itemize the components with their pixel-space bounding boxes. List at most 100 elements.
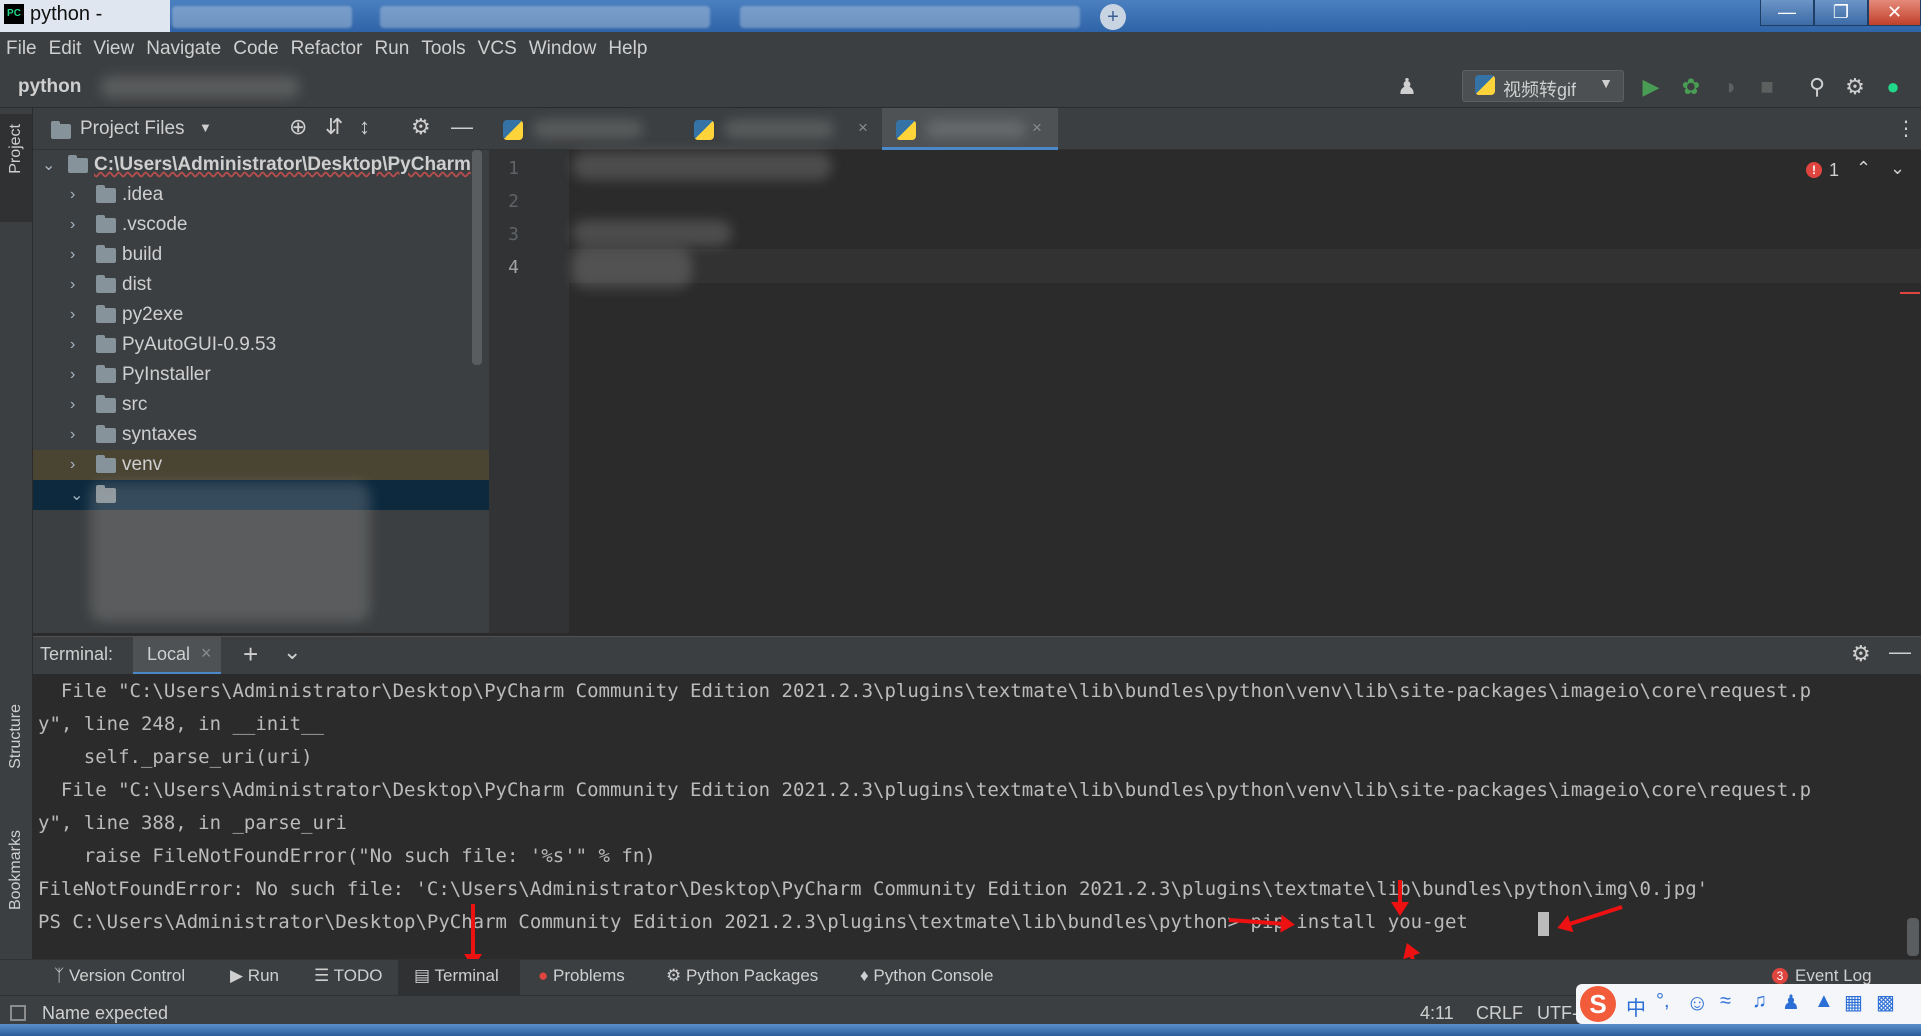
run-tool[interactable]: ▶ Run — [230, 966, 279, 986]
add-terminal-icon[interactable]: + — [243, 639, 258, 670]
version-control-tool[interactable]: ᛉ Version Control — [54, 966, 185, 986]
python-packages-tool[interactable]: ⚙ Python Packages — [666, 966, 818, 986]
terminal-title: Terminal: — [40, 644, 114, 664]
todo-tool[interactable]: ☰ TODO — [314, 966, 382, 986]
menu-window[interactable]: Window — [529, 38, 597, 60]
menu-refactor[interactable]: Refactor — [291, 38, 363, 60]
folder-icon — [96, 244, 116, 263]
search-icon[interactable]: ⚲ — [1804, 74, 1830, 100]
project-tool-tab[interactable]: Project — [0, 114, 32, 222]
jetbrains-logo-icon[interactable]: ● — [1880, 74, 1906, 100]
caret-position[interactable]: 4:11 — [1420, 1003, 1454, 1024]
breadcrumb-project[interactable]: python — [18, 76, 81, 98]
tree-folder[interactable]: › syntaxes — [70, 420, 197, 450]
ime-language[interactable]: 中 — [1626, 992, 1646, 1021]
gear-icon[interactable]: ⚙ — [1851, 641, 1871, 667]
chevron-down-icon[interactable]: ▼ — [199, 120, 212, 135]
menu-file[interactable]: File — [6, 38, 37, 60]
menu-run[interactable]: Run — [374, 38, 409, 60]
minimize-button[interactable]: — — [1760, 0, 1814, 26]
project-scrollbar[interactable] — [472, 150, 482, 365]
folder-icon — [51, 121, 71, 139]
grid-menu-icon[interactable]: ▩ — [1876, 990, 1895, 1015]
punctuation-icon[interactable]: °, — [1656, 990, 1670, 1013]
tree-folder[interactable]: › .idea — [70, 180, 163, 210]
terminal-scrollbar[interactable] — [1907, 918, 1919, 956]
browser-tab-blurred[interactable] — [380, 6, 710, 28]
menu-edit[interactable]: Edit — [49, 38, 82, 60]
folder-icon — [96, 424, 116, 443]
close-tab-icon[interactable]: × — [858, 118, 868, 138]
browser-tab-blurred[interactable] — [172, 6, 352, 28]
editor-tab[interactable]: × — [680, 108, 880, 150]
user-icon[interactable]: ♟ — [1782, 990, 1800, 1015]
line-number: 4 — [508, 257, 519, 278]
menu-navigate[interactable]: Navigate — [146, 38, 221, 60]
hide-panel-icon[interactable]: — — [1889, 639, 1911, 665]
locate-icon[interactable]: ⊕ — [289, 114, 307, 140]
error-stripe-marker[interactable] — [1900, 292, 1920, 294]
bookmarks-tool-label[interactable]: Bookmarks — [7, 830, 25, 910]
more-options-icon[interactable]: ⋮ — [1896, 116, 1916, 141]
tree-folder[interactable]: › py2exe — [70, 300, 183, 330]
menu-view[interactable]: View — [93, 38, 134, 60]
error-count[interactable]: 1 — [1829, 160, 1839, 181]
tree-folder[interactable]: › dist — [70, 270, 152, 300]
toggle-tool-windows-icon[interactable] — [10, 1005, 26, 1021]
run-config-select[interactable]: 视频转gif ▼ — [1462, 70, 1624, 102]
keyboard-icon[interactable]: ≈ — [1720, 990, 1731, 1013]
stop-icon[interactable]: ■ — [1754, 74, 1780, 100]
emoji-icon[interactable]: ☺ — [1686, 990, 1708, 1016]
collapse-all-icon[interactable]: ↕ — [359, 114, 370, 140]
debug-icon[interactable]: ✿ — [1678, 74, 1704, 100]
close-window-button[interactable]: ✕ — [1868, 0, 1921, 26]
tree-folder[interactable]: › src — [70, 390, 147, 420]
microphone-icon[interactable]: ♫ — [1752, 990, 1767, 1013]
toolbox-icon[interactable]: ▦ — [1844, 990, 1863, 1015]
skin-icon[interactable]: ▲ — [1814, 990, 1834, 1013]
expand-all-icon[interactable]: ⇵ — [325, 114, 343, 140]
coverage-icon[interactable]: ◑ — [1716, 74, 1742, 100]
menu-tools[interactable]: Tools — [421, 38, 465, 60]
chevron-right-icon: › — [70, 426, 76, 443]
close-tab-icon[interactable]: × — [1032, 118, 1042, 138]
tree-folder[interactable]: › .vscode — [70, 210, 187, 240]
next-error-icon[interactable]: ⌄ — [1890, 158, 1905, 179]
event-log-tool[interactable]: Event Log — [1795, 966, 1872, 986]
menu-help[interactable]: Help — [608, 38, 647, 60]
project-view-select[interactable]: Project Files — [80, 118, 185, 140]
terminal-tool[interactable]: ▤ Terminal — [414, 966, 499, 986]
terminal-header: Terminal: Local × + ⌄ ⚙ — — [33, 636, 1921, 675]
app-title-tab[interactable]: python - — [0, 0, 170, 32]
user-icon[interactable]: ♟ — [1394, 74, 1420, 100]
tree-folder[interactable]: › PyInstaller — [70, 360, 211, 390]
tree-root[interactable]: ⌄ C:\Users\Administrator\Desktop\PyCharm — [42, 150, 471, 180]
sogou-logo-icon[interactable]: S — [1580, 986, 1616, 1022]
hide-panel-icon[interactable]: — — [451, 114, 473, 140]
python-console-tool[interactable]: ♦ Python Console — [860, 966, 993, 986]
problems-tool[interactable]: ● Problems — [538, 966, 625, 986]
terminal-cursor — [1538, 912, 1549, 936]
browser-tab-blurred[interactable] — [740, 6, 1080, 28]
file-encoding[interactable]: UTF- — [1537, 1003, 1578, 1024]
maximize-button[interactable]: ❐ — [1814, 0, 1868, 26]
gear-icon[interactable]: ⚙ — [1842, 74, 1868, 100]
previous-error-icon[interactable]: ⌃ — [1856, 158, 1871, 179]
gear-icon[interactable]: ⚙ — [411, 114, 431, 140]
tree-folder[interactable]: › PyAutoGUI-0.9.53 — [70, 330, 276, 360]
tree-folder-venv[interactable]: › venv — [70, 450, 162, 480]
chevron-down-icon[interactable]: ⌄ — [283, 639, 301, 665]
run-icon[interactable]: ▶ — [1638, 74, 1664, 100]
new-tab-icon[interactable]: + — [1100, 4, 1126, 30]
line-separator[interactable]: CRLF — [1476, 1003, 1523, 1024]
close-tab-icon[interactable]: × — [201, 643, 212, 664]
editor-area[interactable] — [489, 108, 1921, 633]
menu-code[interactable]: Code — [233, 38, 278, 60]
terminal-tab-local[interactable]: Local × — [133, 637, 221, 675]
tree-folder[interactable]: › build — [70, 240, 162, 270]
editor-tab-active[interactable]: × — [882, 108, 1058, 150]
editor-tab[interactable] — [489, 108, 679, 150]
menu-vcs[interactable]: VCS — [478, 38, 517, 60]
python-console-label: Python Console — [873, 966, 994, 985]
structure-tool-label[interactable]: Structure — [7, 704, 25, 769]
